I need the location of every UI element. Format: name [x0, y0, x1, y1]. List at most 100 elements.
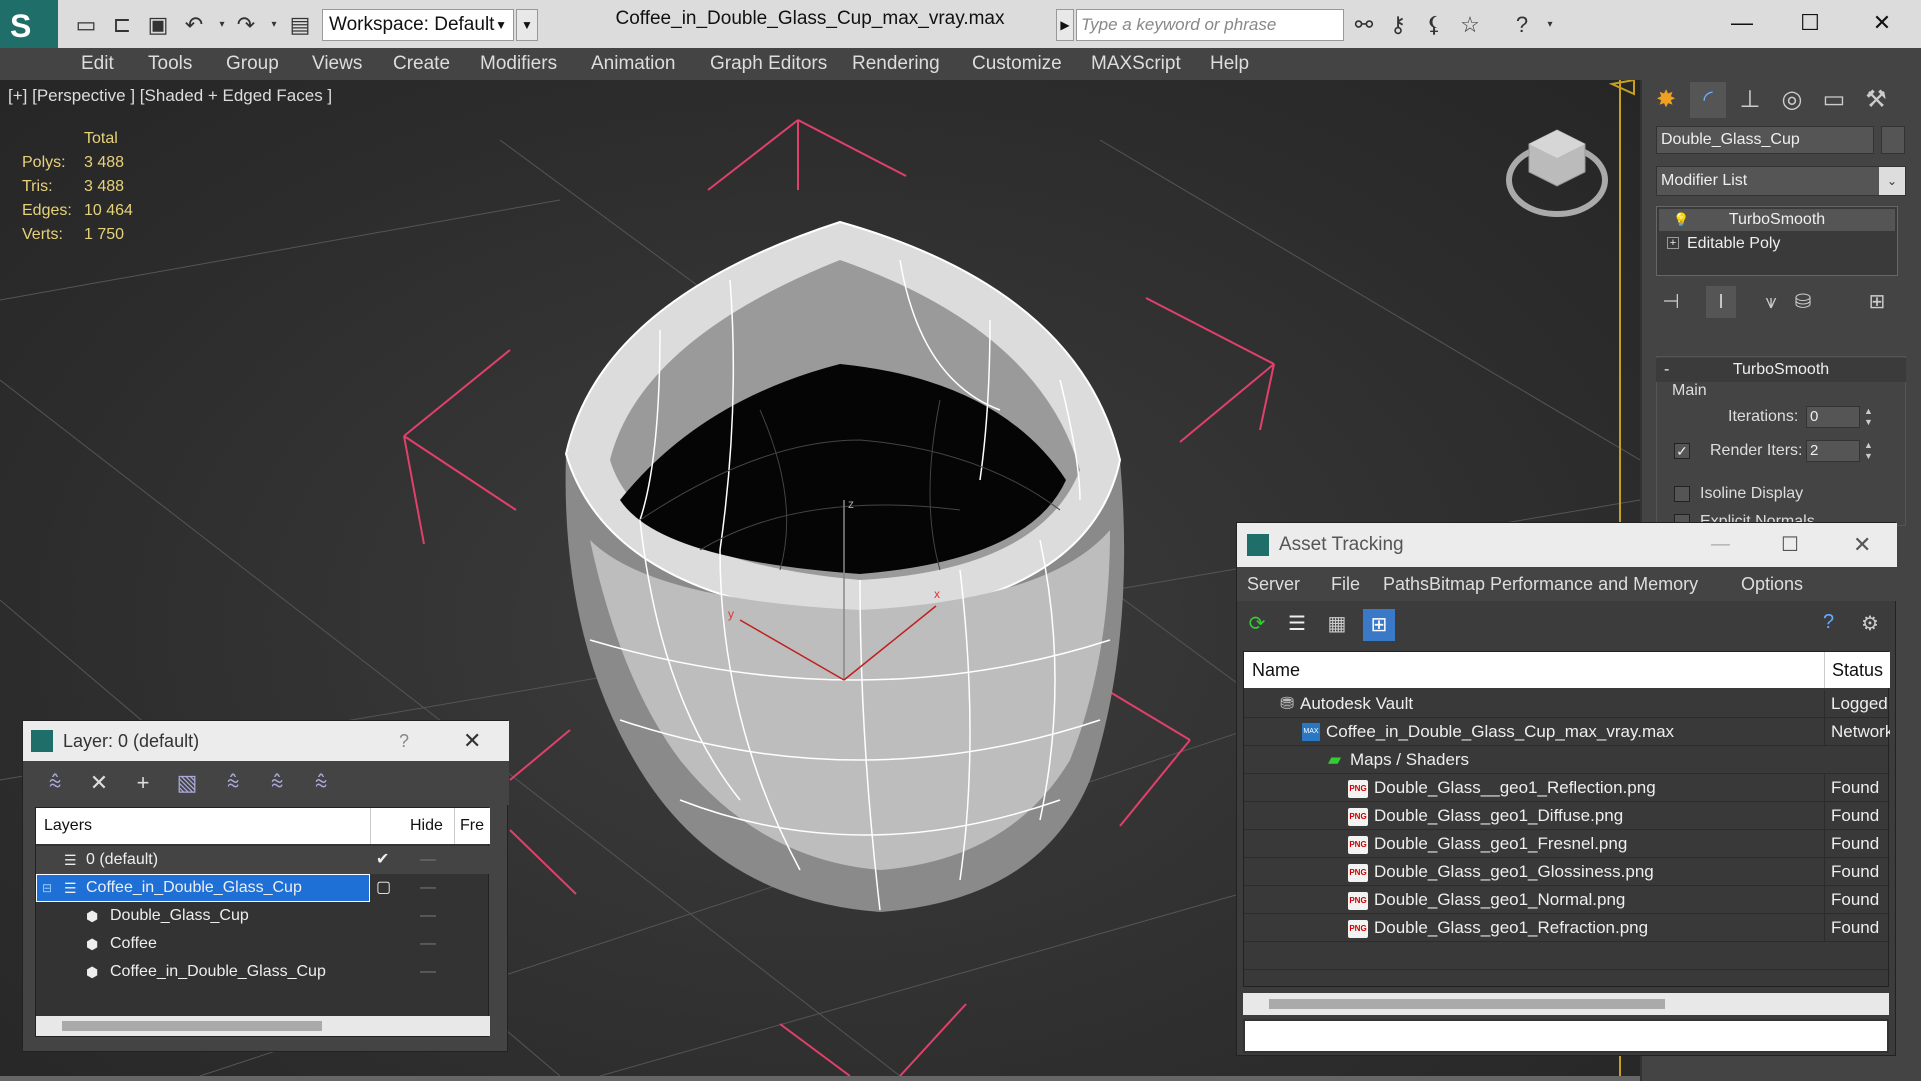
menu-rendering[interactable]: Rendering — [852, 48, 940, 80]
menu-modifiers[interactable]: Modifiers — [480, 48, 557, 80]
open-file-icon[interactable]: ⊏ — [108, 11, 136, 39]
minimize-icon[interactable]: — — [1712, 5, 1772, 41]
asset-row[interactable]: PNG Double_Glass_geo1_Glossiness.png Fou… — [1244, 858, 1890, 886]
col-hide[interactable]: Hide — [410, 817, 443, 835]
asset-row[interactable]: PNG Double_Glass_geo1_Refraction.png Fou… — [1244, 914, 1890, 942]
object-color-swatch[interactable] — [1881, 126, 1905, 154]
project-folder-icon[interactable]: ▤ — [286, 11, 314, 39]
hide-toggle[interactable]: — — [420, 958, 436, 986]
search-expand-icon[interactable]: ▶ — [1056, 9, 1074, 41]
expand-plus-icon[interactable]: + — [1667, 237, 1679, 249]
asset-row[interactable]: PNG Double_Glass_geo1_Normal.png Found — [1244, 886, 1890, 914]
select-objects-icon[interactable]: ▧ — [171, 767, 203, 799]
refresh-icon[interactable]: ⟳ — [1243, 611, 1271, 639]
pin-stack-icon[interactable]: ⊣ — [1656, 286, 1686, 318]
asset-path-field[interactable] — [1243, 1019, 1889, 1053]
help-icon[interactable]: ? — [1823, 611, 1834, 634]
scrollbar-thumb[interactable] — [1269, 999, 1665, 1009]
spinner-arrows-icon[interactable]: ▲ ▼ — [1864, 406, 1873, 428]
menu-create[interactable]: Create — [393, 48, 450, 80]
hide-toggle[interactable]: — — [420, 930, 436, 958]
scrollbar-thumb[interactable] — [62, 1021, 322, 1031]
help-dropdown-icon[interactable]: ▾ — [1536, 11, 1564, 39]
asset-menu-options[interactable]: Options — [1741, 567, 1803, 601]
create-tab-icon[interactable]: ✸ — [1648, 82, 1684, 118]
add-to-layer-icon[interactable]: + — [127, 767, 159, 799]
show-end-result-icon[interactable]: Ι — [1706, 286, 1736, 318]
help-icon[interactable]: ? — [1508, 11, 1536, 39]
motion-tab-icon[interactable]: ◎ — [1774, 82, 1810, 118]
configure-sets-icon[interactable]: ⊞ — [1862, 286, 1892, 318]
undo-icon[interactable]: ↶ — [180, 11, 208, 39]
thumbnail-view-icon[interactable]: ▦ — [1323, 611, 1351, 639]
hide-all-layers-icon[interactable]: ⩯ — [261, 767, 293, 799]
settings-icon[interactable]: ⚙ — [1861, 611, 1879, 636]
lightbulb-icon[interactable]: 💡 — [1673, 209, 1689, 231]
asset-menu-server[interactable]: Server — [1247, 567, 1300, 601]
delete-layer-icon[interactable]: ✕ — [83, 767, 115, 799]
redo-icon[interactable]: ↷ — [232, 11, 260, 39]
layer-row[interactable]: ☰ 0 (default) ✔ — — [36, 846, 490, 874]
menu-animation[interactable]: Animation — [591, 48, 676, 80]
layer-row[interactable]: ⬢ Coffee_in_Double_Glass_Cup — — [36, 958, 490, 986]
highlight-selected-icon[interactable]: ⩯ — [217, 767, 249, 799]
stack-item-turbosmooth[interactable]: 💡 TurboSmooth — [1659, 209, 1895, 231]
menu-group[interactable]: Group — [226, 48, 279, 80]
asset-row[interactable]: PNG Double_Glass_geo1_Fresnel.png Found — [1244, 830, 1890, 858]
stack-item-editable-poly[interactable]: + Editable Poly — [1659, 233, 1895, 255]
new-layer-icon[interactable]: ⩯ — [39, 767, 71, 799]
display-tab-icon[interactable]: ▭ — [1816, 82, 1852, 118]
close-icon[interactable]: ✕ — [1853, 523, 1871, 567]
horizontal-scrollbar[interactable] — [1243, 993, 1889, 1015]
viewport-label[interactable]: [+] [Perspective ] [Shaded + Edged Faces… — [8, 86, 332, 106]
col-name[interactable]: Name — [1252, 652, 1300, 688]
hide-toggle[interactable]: — — [420, 874, 436, 902]
maximize-icon[interactable]: ☐ — [1781, 523, 1799, 567]
iterations-spinner[interactable]: 0 — [1806, 406, 1860, 428]
col-freeze[interactable]: Fre — [460, 817, 484, 835]
col-layers[interactable]: Layers — [44, 817, 92, 835]
new-file-icon[interactable]: ▭ — [72, 11, 100, 39]
workspace-dropdown[interactable]: Workspace: Default ▼ — [322, 9, 514, 41]
save-icon[interactable]: ▣ — [144, 11, 172, 39]
menu-views[interactable]: Views — [312, 48, 362, 80]
help-icon[interactable]: ? — [399, 721, 409, 761]
subscription-icon[interactable]: ⚸ — [1420, 11, 1448, 39]
asset-row[interactable]: ▰ Maps / Shaders — [1244, 746, 1890, 774]
make-current-icon[interactable]: ▢ — [376, 874, 391, 902]
active-layer-check-icon[interactable]: ✔ — [376, 846, 389, 874]
remove-modifier-icon[interactable]: ⛁ — [1788, 286, 1818, 318]
binoculars-icon[interactable]: ⚯ — [1350, 11, 1378, 39]
hierarchy-tab-icon[interactable]: ⊥ — [1732, 82, 1768, 118]
redo-dropdown-icon[interactable]: ▾ — [260, 11, 288, 39]
list-view-icon[interactable]: ☰ — [1283, 611, 1311, 639]
asset-row[interactable]: ⛃ Autodesk Vault Logged — [1244, 690, 1890, 718]
render-iters-checkbox[interactable]: ✓ — [1674, 443, 1690, 459]
turbosmooth-rollout-header[interactable]: - TurboSmooth — [1656, 358, 1906, 382]
menu-edit[interactable]: Edit — [81, 48, 114, 80]
col-status[interactable]: Status — [1832, 652, 1883, 688]
viewcube-icon[interactable] — [1505, 120, 1609, 224]
asset-menu-file[interactable]: File — [1331, 567, 1360, 601]
freeze-all-layers-icon[interactable]: ⩯ — [305, 767, 337, 799]
horizontal-scrollbar[interactable] — [36, 1016, 490, 1036]
layer-row[interactable]: ⊟ ☰ Coffee_in_Double_Glass_Cup ▢ — — [36, 874, 490, 902]
asset-dialog-title-bar[interactable]: Asset Tracking — ☐ ✕ — [1237, 523, 1897, 567]
asset-row[interactable]: PNG Double_Glass__geo1_Reflection.png Fo… — [1244, 774, 1890, 802]
asset-row[interactable]: MAX Coffee_in_Double_Glass_Cup_max_vray.… — [1244, 718, 1890, 746]
menu-maxscript[interactable]: MAXScript — [1091, 48, 1181, 80]
favorites-star-icon[interactable]: ☆ — [1456, 11, 1484, 39]
object-name-field[interactable]: Double_Glass_Cup — [1656, 126, 1874, 154]
layer-row[interactable]: ⬢ Double_Glass_Cup — — [36, 902, 490, 930]
utilities-tab-icon[interactable]: ⚒ — [1858, 82, 1894, 118]
table-view-icon[interactable]: ⊞ — [1363, 609, 1395, 641]
collapse-minus-icon[interactable]: ⊟ — [42, 874, 52, 902]
asset-menu-paths[interactable]: Paths — [1383, 567, 1429, 601]
menu-graph-editors[interactable]: Graph Editors — [710, 48, 827, 80]
close-icon[interactable]: ✕ — [463, 721, 481, 761]
menu-tools[interactable]: Tools — [148, 48, 192, 80]
search-input[interactable]: Type a keyword or phrase — [1076, 9, 1344, 41]
spinner-arrows-icon[interactable]: ▲ ▼ — [1864, 440, 1873, 462]
isoline-checkbox[interactable] — [1674, 486, 1690, 502]
asset-row[interactable]: PNG Double_Glass_geo1_Diffuse.png Found — [1244, 802, 1890, 830]
